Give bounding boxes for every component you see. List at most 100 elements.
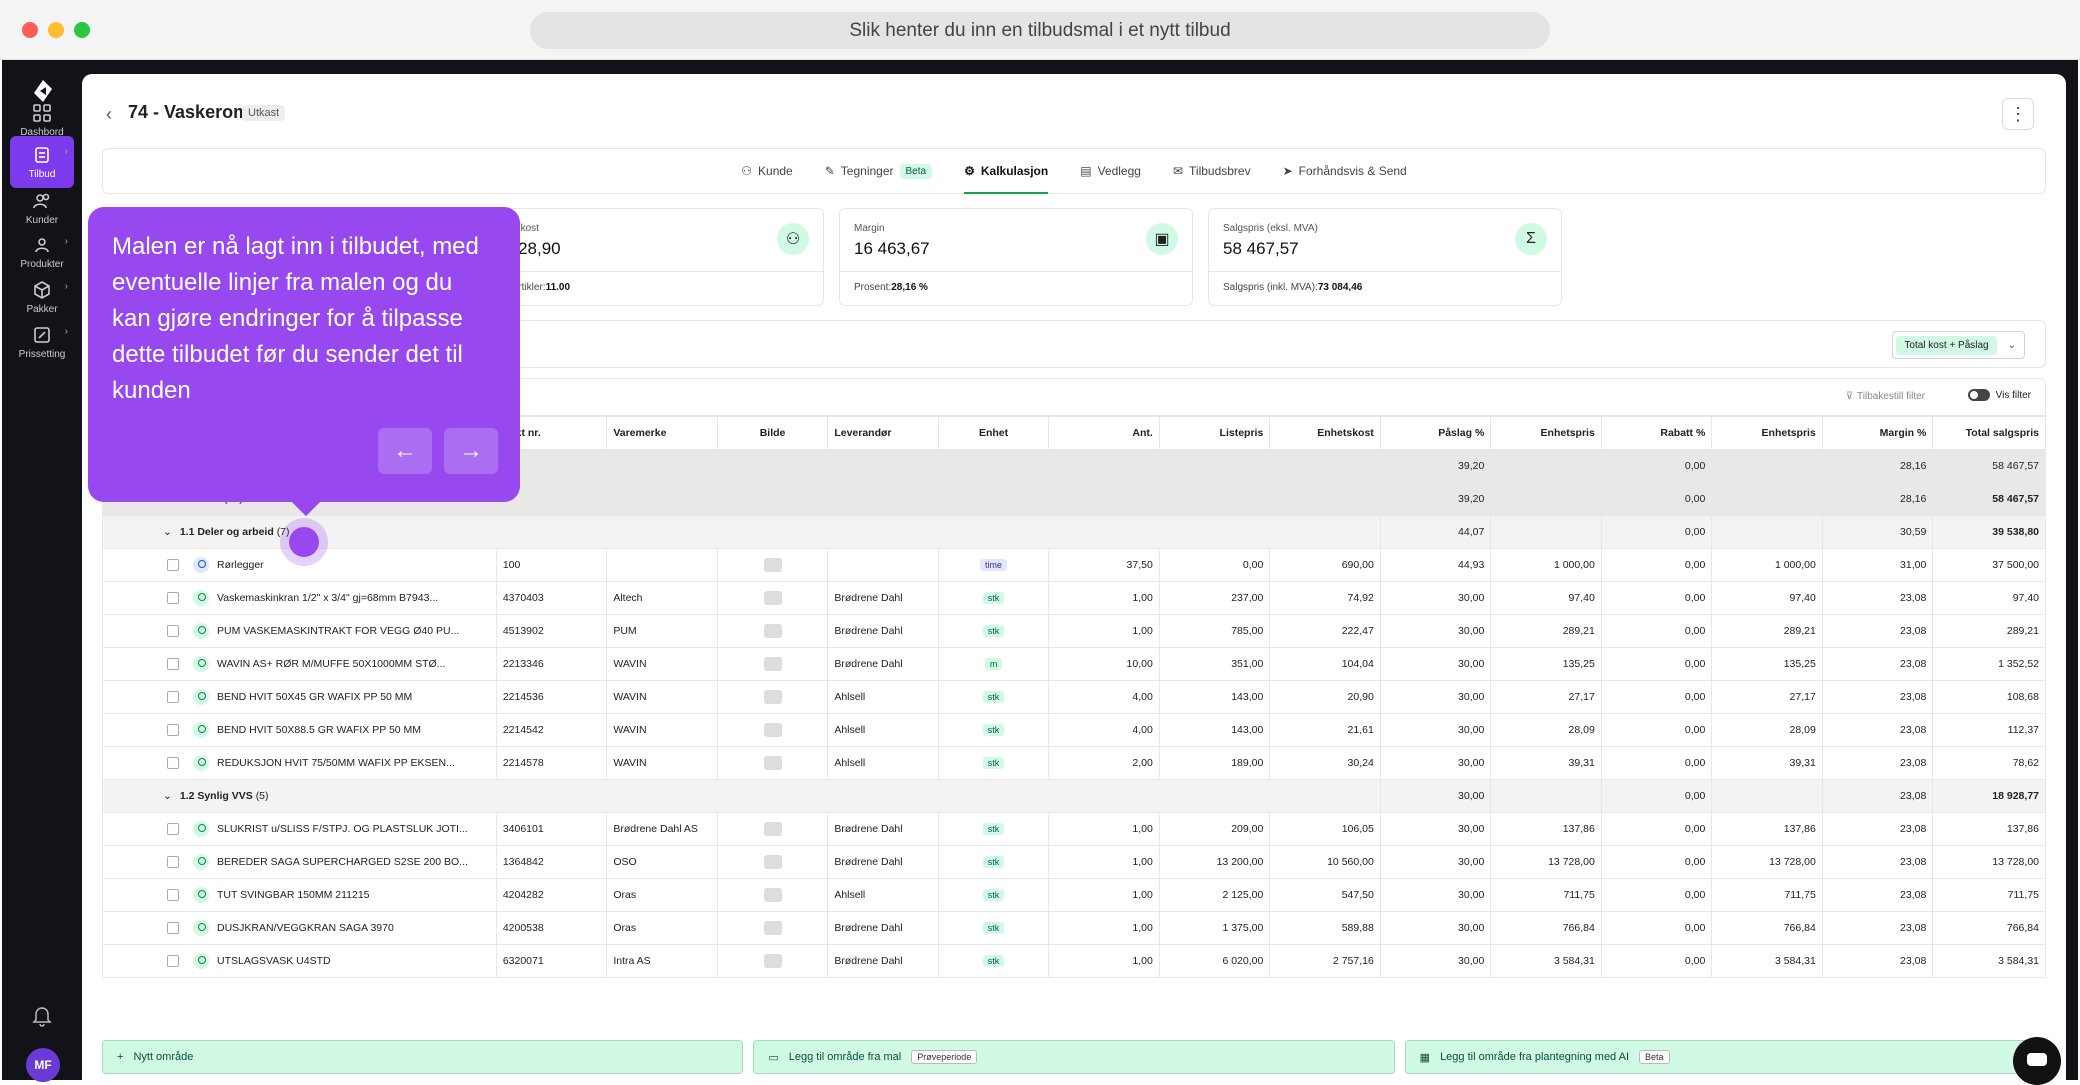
row-name: DUSJKRAN/VEGGKRAN SAGA 3970 bbox=[217, 921, 394, 934]
cell-price: 3 584,31 bbox=[1490, 944, 1602, 978]
new-area-button[interactable]: + Nytt område bbox=[102, 1040, 744, 1074]
empty-cell bbox=[1711, 515, 1823, 549]
col-header[interactable]: Enhet bbox=[937, 416, 1050, 450]
sidebar-item-tilbud[interactable]: › Tilbud bbox=[10, 136, 74, 188]
col-header[interactable]: Leverandør bbox=[827, 416, 939, 450]
add-from-template-button[interactable]: ▭ Legg til område fra mal Prøveperiode bbox=[753, 1040, 1395, 1074]
col-header[interactable]: Total salgspris bbox=[1932, 416, 2046, 450]
table-row[interactable]: BEREDER SAGA SUPERCHARGED S2SE 200 BO...… bbox=[102, 845, 2046, 879]
back-icon[interactable]: ‹ bbox=[106, 104, 112, 125]
col-header[interactable]: Bilde bbox=[716, 416, 829, 450]
col-header[interactable]: Margin % bbox=[1821, 416, 1934, 450]
supplier: Ahlsell bbox=[827, 680, 939, 714]
product-image bbox=[763, 624, 782, 638]
row-checkbox[interactable] bbox=[167, 592, 179, 604]
cell-price: 135,25 bbox=[1490, 647, 1602, 681]
table-row[interactable]: Vaskemaskinkran 1/2" x 3/4" gj=68mm B794… bbox=[102, 581, 2046, 615]
avatar[interactable]: MF bbox=[26, 1048, 60, 1082]
maximize-window-button[interactable] bbox=[74, 22, 90, 38]
table-row[interactable]: WAVIN AS+ RØR M/MUFFE 50X1000MM STØ... 22… bbox=[102, 647, 2046, 681]
image-cell bbox=[716, 647, 829, 681]
product-image bbox=[763, 822, 782, 836]
product-icon bbox=[193, 656, 209, 672]
row-checkbox[interactable] bbox=[167, 559, 179, 571]
prev-step-button[interactable]: ← bbox=[378, 428, 432, 474]
reset-filter-button[interactable]: ⊽ Tilbakestill filter bbox=[1846, 391, 1925, 402]
row-checkbox[interactable] bbox=[167, 922, 179, 934]
product-icon bbox=[193, 953, 209, 969]
chat-button[interactable] bbox=[2013, 1037, 2061, 1085]
plus-icon: + bbox=[117, 1051, 124, 1063]
table-row[interactable]: DUSJKRAN/VEGGKRAN SAGA 3970 4200538 Oras Br… bbox=[102, 911, 2046, 945]
empty-cell bbox=[1490, 779, 1602, 813]
table-row[interactable]: PUM VASKEMASKINTRAKT FOR VEGG Ø40 PU... 4… bbox=[102, 614, 2046, 648]
product-image bbox=[763, 558, 782, 572]
table-row[interactable]: Rørlegger 100 time 37,50 0,00 690,00 44,93 1 00… bbox=[102, 548, 2046, 582]
row-name: WAVIN AS+ RØR M/MUFFE 50X1000MM STØ... bbox=[217, 657, 446, 670]
tab-tilbudsbrev[interactable]: ✉ Tilbudsbrev bbox=[1173, 149, 1251, 193]
subgroup-row[interactable]: ⌄ 1.2 Synlig VVS (5) 30,00 0,00 23,08 18 928,… bbox=[102, 779, 2046, 813]
cell-cost: 74,92 bbox=[1269, 581, 1381, 615]
more-options-icon[interactable]: ⋮ bbox=[2002, 98, 2034, 130]
tour-beacon[interactable] bbox=[280, 518, 328, 566]
cell-list: 2 125,00 bbox=[1158, 878, 1271, 912]
chevron-down-icon[interactable]: ⌄ bbox=[163, 790, 172, 802]
users-icon bbox=[33, 193, 50, 208]
row-name-cell: UTSLAGSVASK U4STD bbox=[102, 944, 497, 978]
col-header[interactable]: Varemerke bbox=[606, 416, 718, 450]
notification-bell-icon[interactable] bbox=[30, 1004, 54, 1028]
col-header[interactable]: Enhetspris bbox=[1711, 416, 1823, 450]
cell-markup: 30,00 bbox=[1379, 713, 1492, 747]
table-row[interactable]: BEND HVIT 50X45 GR WAFIX PP 50 MM 2214536… bbox=[102, 680, 2046, 714]
sidebar-item-prissetting[interactable]: › Prissetting bbox=[10, 316, 74, 368]
row-checkbox[interactable] bbox=[167, 889, 179, 901]
tab-bar: ⚇ Kunde ✎ Tegninger Beta ⚙ Kalkulasjon ▤ Vedl… bbox=[102, 148, 2046, 194]
col-header[interactable]: Påslag % bbox=[1379, 416, 1492, 450]
cell-disc: 0,00 bbox=[1600, 548, 1713, 582]
minimize-window-button[interactable] bbox=[48, 22, 64, 38]
row-checkbox[interactable] bbox=[167, 625, 179, 637]
row-checkbox[interactable] bbox=[167, 856, 179, 868]
tab-vedlegg[interactable]: ▤ Vedlegg bbox=[1080, 149, 1141, 193]
row-checkbox[interactable] bbox=[167, 691, 179, 703]
col-header[interactable]: Listepris bbox=[1158, 416, 1271, 450]
product-icon bbox=[35, 237, 49, 252]
cell-total: 1 352,52 bbox=[1932, 647, 2046, 681]
tab-tegninger[interactable]: ✎ Tegninger Beta bbox=[825, 149, 933, 193]
table-row[interactable]: BEND HVIT 50X88.5 GR WAFIX PP 50 MM 22145… bbox=[102, 713, 2046, 747]
row-checkbox[interactable] bbox=[167, 658, 179, 670]
add-from-ai-button[interactable]: ▦ Legg til område fra plantegning med AI B… bbox=[1404, 1040, 2046, 1074]
cell-margin: 23,08 bbox=[1821, 647, 1934, 681]
table-row[interactable]: UTSLAGSVASK U4STD 6320071 Intra AS Brødrene… bbox=[102, 944, 2046, 978]
ai-label: Legg til område fra plantegning med AI bbox=[1440, 1051, 1630, 1063]
cell-cost: 30,24 bbox=[1269, 746, 1381, 780]
tab-kunde[interactable]: ⚇ Kunde bbox=[741, 149, 792, 193]
tab-kalkulasjon[interactable]: ⚙ Kalkulasjon bbox=[964, 149, 1049, 194]
col-header[interactable]: Enhetspris bbox=[1490, 416, 1602, 450]
next-step-button[interactable]: → bbox=[444, 428, 498, 474]
table-row[interactable]: REDUKSJON HVIT 75/50MM WAFIX PP EKSEN...… bbox=[102, 746, 2046, 780]
chevron-down-icon[interactable]: ⌄ bbox=[163, 526, 172, 538]
page-title-bar[interactable]: Slik henter du inn en tilbudsmal i et ny… bbox=[530, 12, 1550, 49]
subgroup-row[interactable]: ⌄ 1.1 Deler og arbeid (7) 44,07 0,00 30,59 39… bbox=[102, 515, 2046, 549]
product-number: 2214578 bbox=[495, 746, 608, 780]
col-header[interactable]: Enhetskost bbox=[1269, 416, 1381, 450]
row-checkbox[interactable] bbox=[167, 724, 179, 736]
table-row[interactable]: SLUKRIST u/SLISS F/STPJ. OG PLASTSLUK JO… bbox=[102, 812, 2046, 846]
col-header[interactable]: Rabatt % bbox=[1600, 416, 1713, 450]
row-checkbox[interactable] bbox=[167, 757, 179, 769]
sidebar-item-label: Prissetting bbox=[18, 348, 66, 360]
show-filter-toggle[interactable]: Vis filter bbox=[1967, 389, 2031, 401]
cell-total: 13 728,00 bbox=[1932, 845, 2046, 879]
row-checkbox[interactable] bbox=[167, 823, 179, 835]
tab-send[interactable]: ➤ Forhåndsvis & Send bbox=[1283, 149, 1407, 193]
image-cell bbox=[716, 845, 829, 879]
product-number: 100 bbox=[495, 548, 608, 582]
cell-total: 711,75 bbox=[1932, 878, 2046, 912]
col-header[interactable]: Ant. bbox=[1048, 416, 1160, 450]
product-number: 3406101 bbox=[495, 812, 608, 846]
row-checkbox[interactable] bbox=[167, 955, 179, 967]
close-window-button[interactable] bbox=[22, 22, 38, 38]
view-select[interactable]: Total kost + Påslag ⌄ bbox=[1892, 331, 2025, 359]
table-row[interactable]: TUT SVINGBAR 150MM 211215 4204282 Oras Ahls… bbox=[102, 878, 2046, 912]
